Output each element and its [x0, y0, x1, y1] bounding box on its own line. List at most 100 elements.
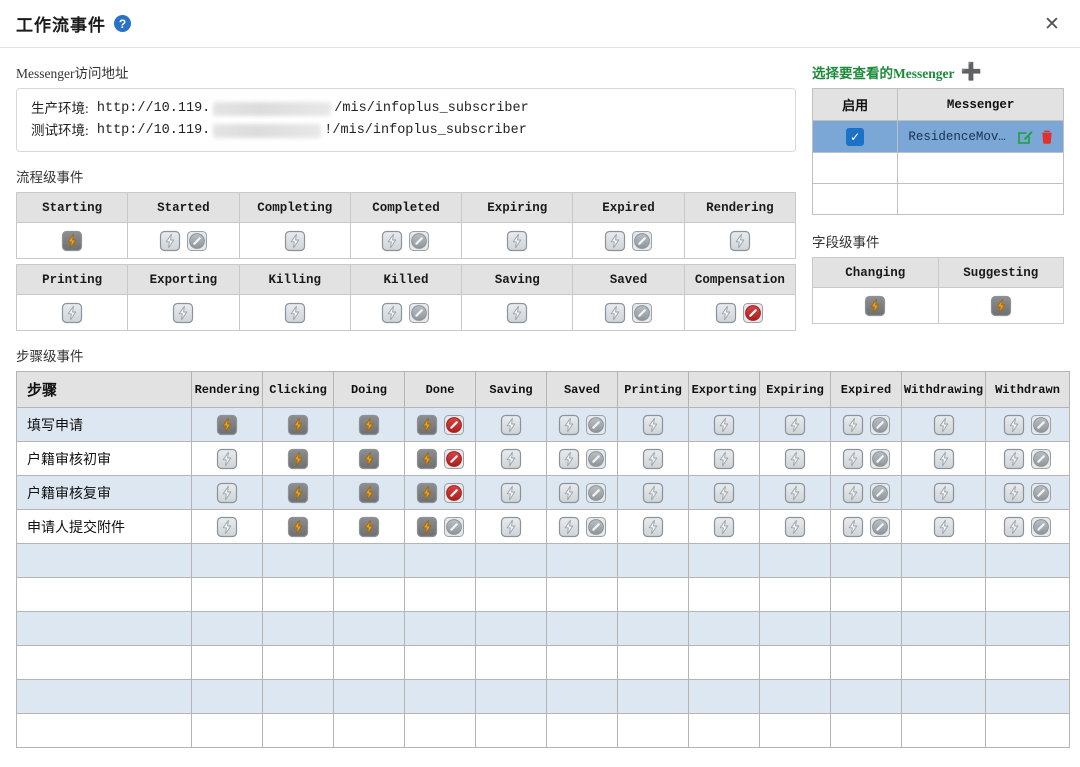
step-event-cell[interactable] — [985, 679, 1070, 714]
event-icon-group[interactable] — [128, 230, 238, 252]
enable-checkbox[interactable]: ✓ — [846, 127, 865, 146]
step-event-cell[interactable] — [191, 407, 263, 442]
step-event-cell[interactable] — [617, 679, 689, 714]
event-icon-group[interactable] — [334, 448, 404, 470]
messenger-name-cell[interactable]: ResidenceMoveA… — [897, 120, 1064, 153]
event-icon-group[interactable] — [902, 482, 985, 504]
step-event-cell[interactable] — [333, 679, 405, 714]
step-event-cell[interactable] — [901, 713, 986, 748]
table-row[interactable] — [16, 577, 1070, 612]
event-cell[interactable] — [812, 287, 939, 324]
step-event-cell[interactable] — [617, 577, 689, 612]
step-event-cell[interactable] — [333, 475, 405, 510]
step-name-cell[interactable] — [16, 713, 192, 748]
step-event-cell[interactable] — [901, 611, 986, 646]
step-event-cell[interactable] — [759, 543, 831, 578]
step-event-cell[interactable] — [262, 407, 334, 442]
event-icon-group[interactable] — [760, 482, 830, 504]
table-row[interactable]: 户籍审核初审 — [16, 441, 1070, 476]
trash-icon[interactable] — [1039, 129, 1055, 145]
event-icon-group[interactable] — [902, 516, 985, 538]
step-event-cell[interactable] — [688, 713, 760, 748]
step-event-cell[interactable] — [688, 543, 760, 578]
messenger-enable-cell[interactable]: ✓ — [811, 120, 899, 153]
step-name-cell[interactable] — [16, 577, 192, 612]
messenger-enable-cell[interactable] — [811, 183, 899, 215]
step-event-cell[interactable] — [759, 441, 831, 476]
step-event-cell[interactable] — [759, 577, 831, 612]
step-event-cell[interactable] — [333, 577, 405, 612]
step-event-cell[interactable] — [191, 577, 263, 612]
step-name-cell[interactable]: 申请人提交附件 — [16, 509, 192, 544]
step-event-cell[interactable] — [333, 509, 405, 544]
step-event-cell[interactable] — [404, 475, 476, 510]
event-icon-group[interactable] — [813, 295, 938, 317]
step-event-cell[interactable] — [985, 407, 1070, 442]
step-event-cell[interactable] — [546, 679, 618, 714]
event-icon-group[interactable] — [476, 414, 546, 436]
step-event-cell[interactable] — [688, 611, 760, 646]
step-event-cell[interactable] — [191, 509, 263, 544]
step-event-cell[interactable] — [475, 509, 547, 544]
event-icon-group[interactable] — [192, 516, 262, 538]
step-event-cell[interactable] — [191, 475, 263, 510]
event-cell[interactable] — [461, 222, 574, 259]
step-name-cell[interactable]: 填写申请 — [16, 407, 192, 442]
step-event-cell[interactable] — [546, 509, 618, 544]
event-icon-group[interactable] — [760, 414, 830, 436]
event-icon-group[interactable] — [689, 414, 759, 436]
step-event-cell[interactable] — [404, 645, 476, 680]
step-event-cell[interactable] — [759, 679, 831, 714]
event-icon-group[interactable] — [547, 482, 617, 504]
event-icon-group[interactable] — [986, 482, 1069, 504]
step-event-cell[interactable] — [546, 713, 618, 748]
event-icon-group[interactable] — [547, 516, 617, 538]
table-row[interactable]: 填写申请 — [16, 407, 1070, 442]
event-icon-group[interactable] — [831, 516, 901, 538]
event-icon-group[interactable] — [902, 414, 985, 436]
event-icon-group[interactable] — [240, 302, 350, 324]
step-event-cell[interactable] — [830, 475, 902, 510]
event-icon-group[interactable] — [462, 230, 572, 252]
event-icon-group[interactable] — [17, 230, 127, 252]
event-icon-group[interactable] — [689, 516, 759, 538]
event-cell[interactable] — [238, 294, 351, 331]
step-event-cell[interactable] — [830, 679, 902, 714]
step-event-cell[interactable] — [475, 543, 547, 578]
event-cell[interactable] — [461, 294, 574, 331]
step-event-cell[interactable] — [617, 509, 689, 544]
step-event-cell[interactable] — [901, 509, 986, 544]
table-row[interactable]: 户籍审核复审 — [16, 475, 1070, 510]
step-event-cell[interactable] — [262, 441, 334, 476]
step-event-cell[interactable] — [475, 611, 547, 646]
step-event-cell[interactable] — [985, 611, 1070, 646]
step-event-cell[interactable] — [688, 475, 760, 510]
step-event-cell[interactable] — [901, 407, 986, 442]
event-icon-group[interactable] — [831, 482, 901, 504]
event-icon-group[interactable] — [573, 230, 683, 252]
step-name-cell[interactable] — [16, 645, 192, 680]
event-cell[interactable] — [349, 222, 463, 259]
step-event-cell[interactable] — [475, 577, 547, 612]
step-event-cell[interactable] — [546, 407, 618, 442]
step-name-cell[interactable] — [16, 543, 192, 578]
event-icon-group[interactable] — [405, 448, 475, 470]
event-icon-group[interactable] — [685, 302, 795, 324]
step-event-cell[interactable] — [617, 407, 689, 442]
close-icon[interactable]: ✕ — [1038, 10, 1066, 38]
step-event-cell[interactable] — [546, 577, 618, 612]
event-icon-group[interactable] — [405, 414, 475, 436]
step-event-cell[interactable] — [546, 543, 618, 578]
event-cell[interactable] — [127, 222, 240, 259]
event-icon-group[interactable] — [263, 482, 333, 504]
step-event-cell[interactable] — [830, 543, 902, 578]
step-event-cell[interactable] — [475, 679, 547, 714]
plus-icon[interactable]: ➕ — [960, 63, 981, 81]
event-icon-group[interactable] — [689, 482, 759, 504]
event-icon-group[interactable] — [986, 448, 1069, 470]
step-event-cell[interactable] — [985, 713, 1070, 748]
table-row[interactable] — [16, 543, 1070, 578]
step-event-cell[interactable] — [404, 577, 476, 612]
step-event-cell[interactable] — [404, 679, 476, 714]
event-cell[interactable] — [127, 294, 240, 331]
